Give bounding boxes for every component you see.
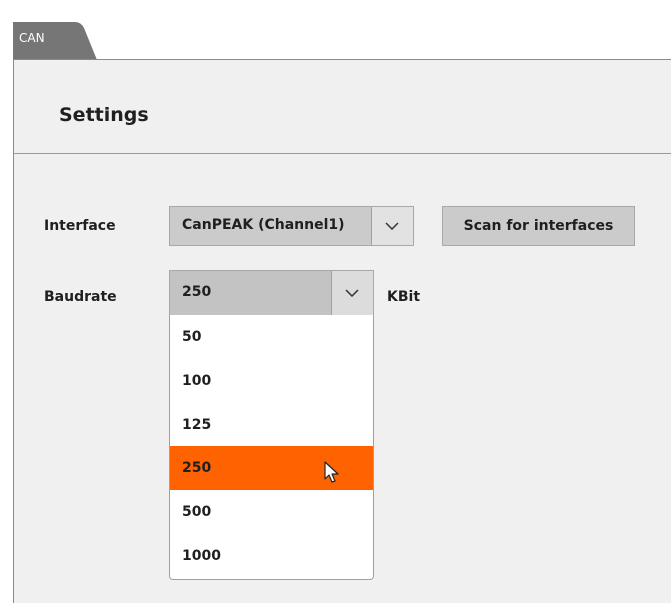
baudrate-select-toggle[interactable] [331, 271, 373, 315]
chevron-down-icon [385, 222, 399, 230]
list-item-250[interactable]: 250 [170, 446, 373, 490]
baudrate-select[interactable]: 250 [169, 270, 374, 316]
baudrate-label: Baudrate [44, 289, 117, 305]
list-item-1000[interactable]: 1000 [170, 534, 373, 578]
baudrate-dropdown-list[interactable]: 50 100 125 250 500 1000 [169, 315, 374, 580]
chevron-down-icon [345, 289, 359, 297]
list-item-500[interactable]: 500 [170, 490, 373, 534]
baudrate-unit: KBit [387, 289, 421, 305]
interface-select-value: CanPEAK (Channel1) [182, 217, 345, 233]
baudrate-select-value: 250 [182, 284, 212, 300]
settings-panel: Settings Interface CanPEAK (Channel1) Sc… [13, 59, 671, 603]
interface-label: Interface [44, 218, 116, 234]
tab-can[interactable]: CAN [13, 22, 97, 60]
list-item-250-label: 250 [182, 460, 212, 476]
tab-label: CAN [19, 31, 45, 45]
scan-for-interfaces-button[interactable]: Scan for interfaces [442, 206, 635, 246]
list-item-125[interactable]: 125 [170, 403, 373, 447]
mouse-pointer-icon [324, 461, 339, 483]
page-title: Settings [59, 104, 149, 126]
list-item-100[interactable]: 100 [170, 359, 373, 403]
interface-select-toggle[interactable] [371, 207, 413, 245]
interface-select[interactable]: CanPEAK (Channel1) [169, 206, 414, 246]
list-item-50[interactable]: 50 [170, 315, 373, 359]
settings-header: Settings [14, 60, 671, 154]
